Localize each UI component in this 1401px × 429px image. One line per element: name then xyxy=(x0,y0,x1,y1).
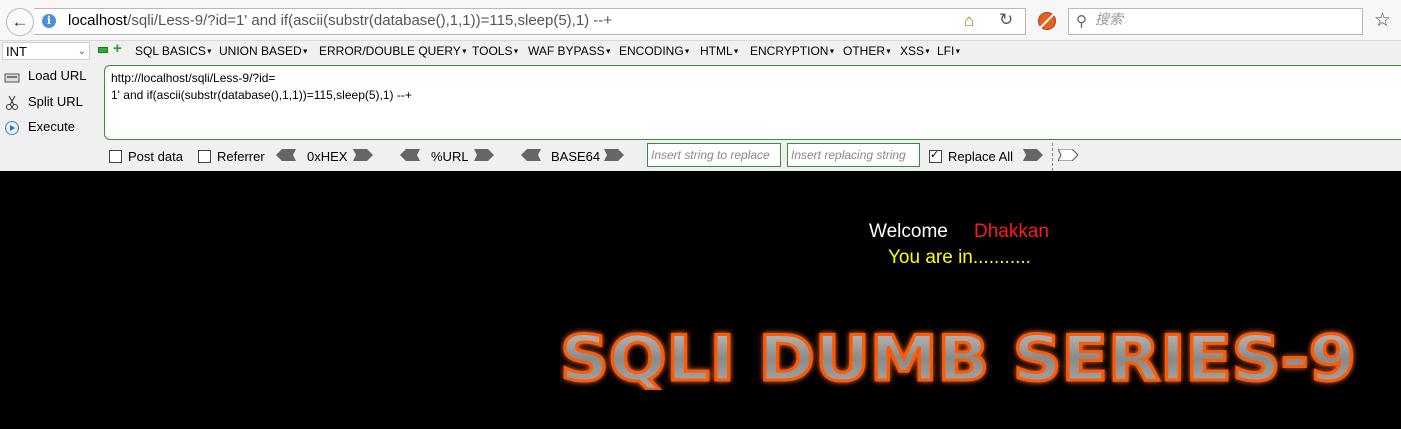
info-icon[interactable]: i xyxy=(42,14,56,28)
menu-encoding[interactable]: ENCODING▼ xyxy=(619,44,691,58)
load-url-label: Load URL xyxy=(28,68,87,83)
back-arrow-icon: ← xyxy=(11,12,29,31)
split-url-label: Split URL xyxy=(28,94,83,109)
toolbar-divider xyxy=(1052,143,1053,171)
url-encode-label: %URL xyxy=(431,149,469,164)
replace-arrow-icon[interactable] xyxy=(1023,149,1043,161)
url-text[interactable]: localhost/sqli/Less-9/?id=1' and if(asci… xyxy=(68,12,612,29)
menu-error-double-query[interactable]: ERROR/DOUBLE QUERY▼ xyxy=(319,44,468,58)
menu-encryption[interactable]: ENCRYPTION▼ xyxy=(750,44,835,58)
replace-string-field[interactable] xyxy=(647,143,781,167)
url-path: /sqli/Less-9/?id=1' and if(ascii(substr(… xyxy=(127,12,613,29)
replacing-string-input[interactable] xyxy=(788,144,919,166)
replace-string-input[interactable] xyxy=(648,144,780,166)
hex-encode-arrow-icon[interactable] xyxy=(353,149,373,161)
status-message: You are in........... xyxy=(888,247,1031,268)
sqli-dumb-series-logo: SQLI DUMB SERIES-9 xyxy=(560,325,1358,390)
menu-html[interactable]: HTML▼ xyxy=(700,44,740,58)
hex-decode-arrow-icon[interactable] xyxy=(276,149,296,161)
chevron-down-icon: ⌄ xyxy=(77,46,86,57)
browser-chrome: ← i localhost/sqli/Less-9/?id=1' and if(… xyxy=(0,0,1401,171)
base64-encode-arrow-icon[interactable] xyxy=(604,149,624,161)
address-bar[interactable]: i localhost/sqli/Less-9/?id=1' and if(as… xyxy=(34,8,1026,35)
load-url-icon xyxy=(4,73,20,83)
referrer-label[interactable]: Referrer xyxy=(217,149,265,164)
hex-label: 0xHEX xyxy=(307,149,348,164)
menu-waf-bypass[interactable]: WAF BYPASS▼ xyxy=(528,44,612,58)
search-input[interactable] xyxy=(1095,12,1345,28)
textarea-line-2: 1' and if(ascii(substr(database(),1,1))=… xyxy=(111,88,412,102)
type-select-value: INT xyxy=(6,44,27,59)
hackbar-menu: INT ⌄ + SQL BASICS▼ UNION BASED▼ ERROR/DO… xyxy=(0,40,1401,62)
search-icon: ⚲ xyxy=(1076,13,1087,30)
post-data-label[interactable]: Post data xyxy=(128,149,183,164)
menu-lfi[interactable]: LFI▼ xyxy=(937,44,961,58)
url-textarea[interactable]: http://localhost/sqli/Less-9/?id= 1' and… xyxy=(104,65,1401,140)
scissors-icon xyxy=(6,95,18,110)
bookmark-star-icon[interactable]: ☆ xyxy=(1374,9,1391,32)
menu-tools[interactable]: TOOLS▼ xyxy=(472,44,519,58)
url-decode-arrow-icon[interactable] xyxy=(400,149,420,161)
replacing-string-field[interactable] xyxy=(787,143,920,167)
textarea-line-1: http://localhost/sqli/Less-9/?id= xyxy=(111,71,276,85)
menu-xss[interactable]: XSS▼ xyxy=(900,44,931,58)
reload-icon[interactable]: ↻ xyxy=(999,10,1013,30)
menu-union-based[interactable]: UNION BASED▼ xyxy=(219,44,309,58)
back-button[interactable]: ← xyxy=(6,8,34,36)
execute-button[interactable]: Execute xyxy=(4,119,75,139)
noscript-icon[interactable] xyxy=(1038,12,1056,30)
url-encode-arrow-icon[interactable] xyxy=(474,149,494,161)
referrer-checkbox[interactable] xyxy=(198,150,211,163)
minus-icon[interactable] xyxy=(98,47,108,53)
logo-text: SQLI DUMB SERIES-9 xyxy=(560,325,1356,390)
navigation-bar: ← i localhost/sqli/Less-9/?id=1' and if(… xyxy=(0,0,1401,41)
load-url-button[interactable]: Load URL xyxy=(4,68,87,88)
welcome-text: Welcome xyxy=(869,221,948,242)
base64-label: BASE64 xyxy=(551,149,601,164)
user-name: Dhakkan xyxy=(974,221,1049,242)
replace-next-arrow-icon[interactable] xyxy=(1058,149,1078,161)
execute-label: Execute xyxy=(28,119,75,134)
url-textarea-content[interactable]: http://localhost/sqli/Less-9/?id= 1' and… xyxy=(111,70,412,104)
split-url-button[interactable]: Split URL xyxy=(4,94,83,114)
type-select[interactable]: INT ⌄ xyxy=(2,42,90,60)
menu-sql-basics[interactable]: SQL BASICS▼ xyxy=(135,44,213,58)
post-data-checkbox[interactable] xyxy=(109,150,122,163)
replace-all-checkbox[interactable] xyxy=(929,148,942,163)
plus-icon[interactable]: + xyxy=(113,40,122,57)
menu-other[interactable]: OTHER▼ xyxy=(843,44,892,58)
url-host: localhost xyxy=(68,12,128,29)
play-icon xyxy=(5,120,19,135)
base64-decode-arrow-icon[interactable] xyxy=(521,149,541,161)
home-icon[interactable]: ⌂ xyxy=(964,11,974,31)
search-bar[interactable]: ⚲ xyxy=(1068,8,1363,35)
replace-all-label[interactable]: Replace All xyxy=(948,149,1013,164)
